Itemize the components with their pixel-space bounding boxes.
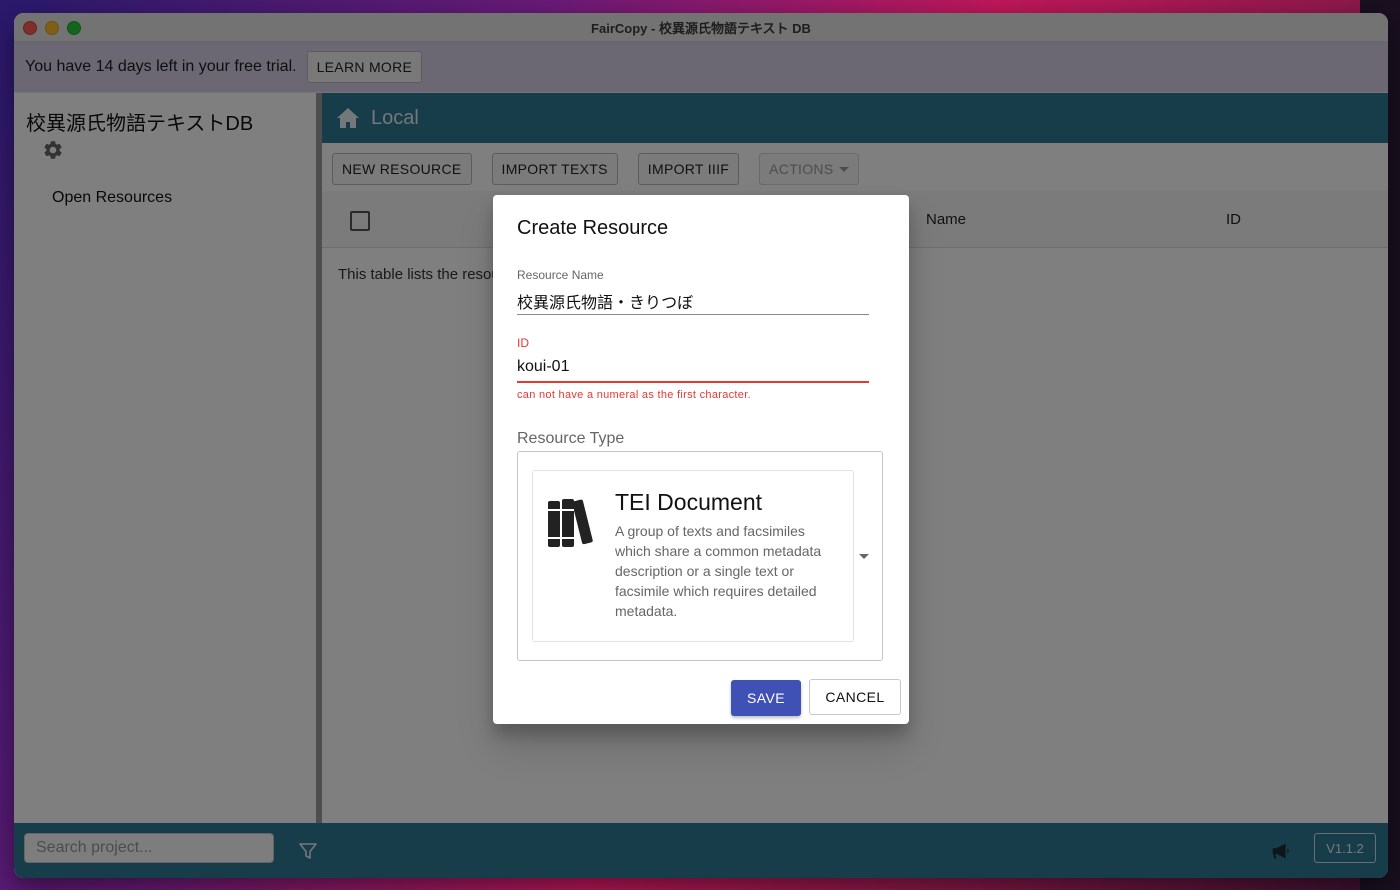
id-underline	[517, 381, 869, 383]
books-icon	[548, 499, 593, 547]
cancel-button[interactable]: CANCEL	[809, 679, 901, 715]
dialog-title: Create Resource	[517, 217, 669, 239]
resource-type-select[interactable]: TEI Document A group of texts and facsim…	[517, 451, 883, 661]
create-resource-dialog: Create Resource Resource Name 校異源氏物語・きりつ…	[493, 195, 909, 724]
resource-type-description: A group of texts and facsimiles which sh…	[615, 523, 822, 619]
resource-type-option[interactable]: TEI Document A group of texts and facsim…	[532, 470, 854, 642]
save-button[interactable]: SAVE	[731, 680, 801, 716]
resource-name-input[interactable]: 校異源氏物語・きりつぼ	[517, 289, 693, 313]
app-window: FairCopy - 校異源氏物語テキスト DB You have 14 day…	[14, 13, 1388, 878]
id-error-text: can not have a numeral as the first char…	[517, 389, 751, 401]
id-input[interactable]: koui-01	[517, 358, 569, 376]
dropdown-arrow-icon[interactable]	[859, 554, 869, 559]
resource-name-label: Resource Name	[517, 268, 604, 282]
resource-type-label: Resource Type	[517, 430, 625, 447]
resource-name-underline	[517, 314, 869, 315]
id-label: ID	[517, 336, 529, 350]
resource-type-name: TEI Document	[615, 489, 762, 515]
